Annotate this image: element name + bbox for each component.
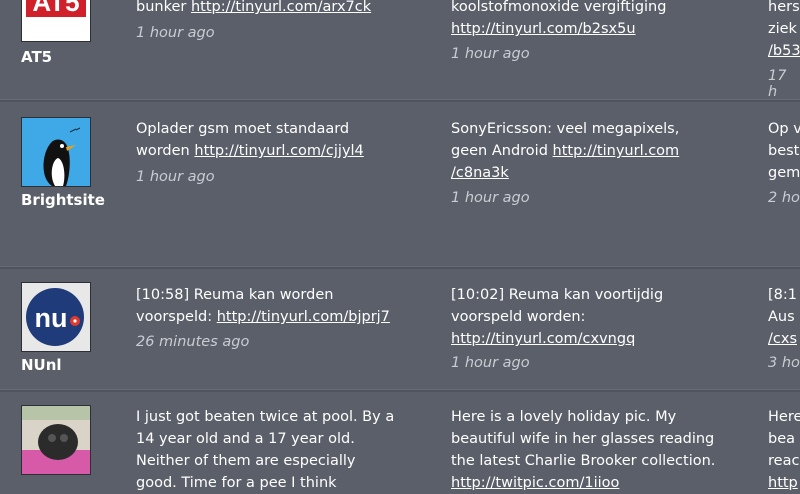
tweet-fragment: beautiful wife in her glasses reading: [451, 431, 715, 447]
row-divider: [0, 389, 800, 392]
tweet-text: hers ziek /b53: [768, 0, 800, 62]
tweet-fragment: Here: [768, 409, 800, 425]
username[interactable]: AT5: [21, 48, 52, 66]
tweet-timestamp[interactable]: 3 ho: [768, 355, 800, 371]
tweet-link[interactable]: http: [768, 475, 798, 491]
tweet-fragment: voorspeld:: [136, 309, 217, 325]
tweet-fragment: voorspeld worden:: [451, 309, 586, 325]
tweet-link[interactable]: http://tinyurl.com: [553, 143, 680, 159]
username[interactable]: NUnl: [21, 356, 62, 374]
tweet-link[interactable]: http://tinyurl.com/cjjyl4: [194, 143, 363, 159]
tweet-fragment: [10:58] Reuma kan worden: [136, 287, 334, 303]
tweet-text: [10:58] Reuma kan worden voorspeld: http…: [136, 284, 436, 328]
tweet-fragment: hers: [768, 0, 800, 15]
tweet-text: Here bea reac http: [768, 406, 800, 494]
tweet-link[interactable]: /b53: [768, 43, 800, 59]
avatar-user-photo[interactable]: [21, 405, 91, 475]
tweet-text: Op v best gem: [768, 118, 800, 184]
tweet-fragment: Oplader gsm moet standaard: [136, 121, 350, 137]
tweet-link[interactable]: /c8na3k: [451, 165, 509, 181]
tweet-link[interactable]: http://tinyurl.com/arx7ck: [191, 0, 371, 15]
tweet-timestamp[interactable]: 2 ho: [768, 190, 800, 206]
avatar-nunl[interactable]: nu: [21, 282, 91, 352]
tweet-fragment: Here is a lovely holiday pic. My: [451, 409, 677, 425]
tweet-fragment: koolstofmonoxide vergiftiging: [451, 0, 667, 15]
tweet-fragment: geen Android: [451, 143, 553, 159]
tweet-text: bunker http://tinyurl.com/arx7ck: [136, 0, 436, 18]
tweet-fragment: best: [768, 143, 800, 159]
tweet-text: [10:02] Reuma kan voortijdig voorspeld w…: [451, 284, 751, 350]
tweet-fragment: 14 year old and a 17 year old.: [136, 431, 355, 447]
tweet-fragment: reac: [768, 453, 800, 469]
row-divider: [0, 99, 800, 102]
tweet-link[interactable]: http://tinyurl.com/bjprj7: [217, 309, 390, 325]
tweet-timestamp[interactable]: 1 hour ago: [451, 355, 530, 371]
tweet-text: SonyEricsson: veel megapixels, geen Andr…: [451, 118, 751, 184]
tweet-timestamp[interactable]: 17 h: [768, 68, 800, 100]
tweet-fragment: the latest Charlie Brooker collection.: [451, 453, 716, 469]
avatar-brightsite[interactable]: [21, 117, 91, 187]
svg-text:nu: nu: [35, 303, 68, 333]
tweet-link[interactable]: http://tinyurl.com/cxvngq: [451, 331, 635, 347]
tweet-fragment: good. Time for a pee I think: [136, 475, 337, 491]
tweet-fragment: worden: [136, 143, 195, 159]
tweet-fragment: bea: [768, 431, 796, 447]
avatar-at5[interactable]: AT5: [21, 0, 91, 42]
tweet-link[interactable]: http://twitpic.com/1iioo: [451, 475, 619, 491]
tweet-text: Oplader gsm moet standaard worden http:/…: [136, 118, 436, 162]
tweet-text: [8:1 Aus /cxs: [768, 284, 800, 350]
tweet-fragment: SonyEricsson: veel megapixels,: [451, 121, 680, 137]
tweet-timestamp[interactable]: 1 hour ago: [136, 25, 215, 41]
tweet-fragment: Op v: [768, 121, 800, 137]
tweet-link[interactable]: /cxs: [768, 331, 797, 347]
tweet-text: Here is a lovely holiday pic. My beautif…: [451, 406, 751, 494]
tweet-text: koolstofmonoxide vergiftiging http://tin…: [451, 0, 751, 40]
tweet-timestamp[interactable]: 1 hour ago: [451, 46, 530, 62]
svg-text:AT5: AT5: [32, 0, 79, 17]
tweet-fragment: Neither of them are especially: [136, 453, 356, 469]
row-divider: [0, 266, 800, 269]
tweet-fragment: Aus: [768, 309, 795, 325]
tweet-fragment: [10:02] Reuma kan voortijdig: [451, 287, 664, 303]
tweet-timestamp[interactable]: 26 minutes ago: [136, 334, 249, 350]
tweet-fragment: I just got beaten twice at pool. By a: [136, 409, 395, 425]
tweet-fragment: bunker: [136, 0, 191, 15]
tweet-text: I just got beaten twice at pool. By a 14…: [136, 406, 436, 494]
tweet-fragment: ziek: [768, 21, 797, 37]
tweet-timestamp[interactable]: 1 hour ago: [136, 169, 215, 185]
tweet-fragment: gem: [768, 165, 800, 181]
tweet-link[interactable]: http://tinyurl.com/b2sx5u: [451, 21, 636, 37]
username[interactable]: Brightsite: [21, 191, 105, 209]
tweet-timestamp[interactable]: 1 hour ago: [451, 190, 530, 206]
tweet-fragment: [8:1: [768, 287, 797, 303]
